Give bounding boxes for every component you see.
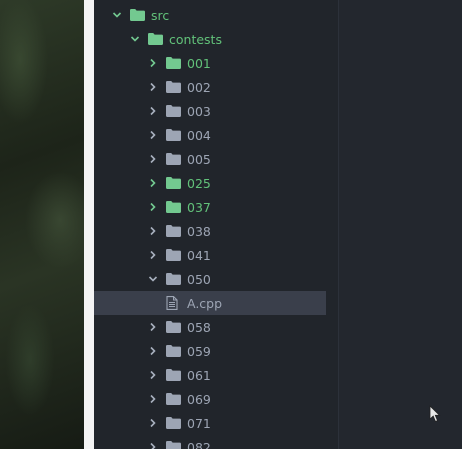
folder-item[interactable]: 005 (94, 147, 326, 171)
folder-name: 041 (187, 247, 211, 263)
chevron-down-icon[interactable] (130, 34, 140, 44)
file-tree-panel[interactable]: src contests 001 002 003 004 005 025 037 038 041 05… (94, 0, 338, 449)
folder-name: 005 (187, 151, 211, 167)
folder-icon (166, 393, 181, 405)
folder-item[interactable]: contests (94, 27, 326, 51)
chevron-right-icon[interactable] (148, 226, 158, 236)
folder-name: 071 (187, 415, 211, 431)
folder-item[interactable]: 082 (94, 435, 326, 449)
folder-name: 069 (187, 391, 211, 407)
chevron-right-icon[interactable] (148, 58, 158, 68)
chevron-right-icon[interactable] (148, 178, 158, 188)
folder-name: 050 (187, 271, 211, 287)
chevron-right-icon[interactable] (148, 82, 158, 92)
chevron-right-icon[interactable] (148, 418, 158, 428)
chevron-down-icon[interactable] (148, 274, 158, 284)
chevron-right-icon[interactable] (148, 250, 158, 260)
folder-item[interactable]: 069 (94, 387, 326, 411)
folder-icon (166, 177, 181, 189)
chevron-right-icon[interactable] (148, 346, 158, 356)
folder-item[interactable]: 003 (94, 99, 326, 123)
folder-icon (166, 57, 181, 69)
mouse-cursor-icon (429, 405, 441, 423)
folder-item[interactable]: 041 (94, 243, 326, 267)
chevron-right-icon[interactable] (148, 370, 158, 380)
file-item[interactable]: A.cpp (94, 291, 326, 315)
chevron-right-icon[interactable] (148, 442, 158, 449)
window-edge (84, 0, 94, 449)
folder-name: 002 (187, 79, 211, 95)
folder-icon (166, 81, 181, 93)
chevron-right-icon[interactable] (148, 130, 158, 140)
folder-item[interactable]: 059 (94, 339, 326, 363)
chevron-right-icon[interactable] (148, 154, 158, 164)
folder-item[interactable]: src (94, 3, 326, 27)
folder-icon (166, 153, 181, 165)
chevron-right-icon[interactable] (148, 394, 158, 404)
file-name: A.cpp (187, 295, 223, 311)
folder-icon (148, 33, 163, 45)
folder-name: 037 (187, 199, 211, 215)
chevron-right-icon[interactable] (148, 106, 158, 116)
folder-name: 038 (187, 223, 211, 239)
folder-name: 001 (187, 55, 211, 71)
chevron-right-icon[interactable] (148, 322, 158, 332)
folder-item[interactable]: 037 (94, 195, 326, 219)
folder-icon (166, 225, 181, 237)
file-icon (166, 296, 178, 310)
editor-pane[interactable] (338, 0, 462, 449)
folder-icon (166, 249, 181, 261)
folder-item[interactable]: 061 (94, 363, 326, 387)
folder-item[interactable]: 071 (94, 411, 326, 435)
folder-item[interactable]: 038 (94, 219, 326, 243)
folder-name: 059 (187, 343, 211, 359)
folder-name: 061 (187, 367, 211, 383)
folder-name: 004 (187, 127, 211, 143)
desktop-wallpaper (0, 0, 84, 449)
folder-icon (166, 417, 181, 429)
folder-icon (166, 201, 181, 213)
folder-item[interactable]: 025 (94, 171, 326, 195)
folder-icon (166, 321, 181, 333)
folder-name: 025 (187, 175, 211, 191)
folder-icon (166, 105, 181, 117)
folder-name: 082 (187, 439, 211, 449)
folder-name: 058 (187, 319, 211, 335)
folder-icon (166, 345, 181, 357)
folder-item[interactable]: 002 (94, 75, 326, 99)
folder-item[interactable]: 001 (94, 51, 326, 75)
folder-icon (166, 129, 181, 141)
folder-name: 003 (187, 103, 211, 119)
folder-name: src (151, 7, 170, 23)
folder-icon (166, 369, 181, 381)
folder-item[interactable]: 004 (94, 123, 326, 147)
folder-item[interactable]: 050 (94, 267, 326, 291)
chevron-down-icon[interactable] (112, 10, 122, 20)
chevron-right-icon[interactable] (148, 202, 158, 212)
folder-icon (166, 441, 181, 449)
folder-name: contests (169, 31, 222, 47)
folder-icon (130, 9, 145, 21)
folder-icon (166, 273, 181, 285)
folder-item[interactable]: 058 (94, 315, 326, 339)
